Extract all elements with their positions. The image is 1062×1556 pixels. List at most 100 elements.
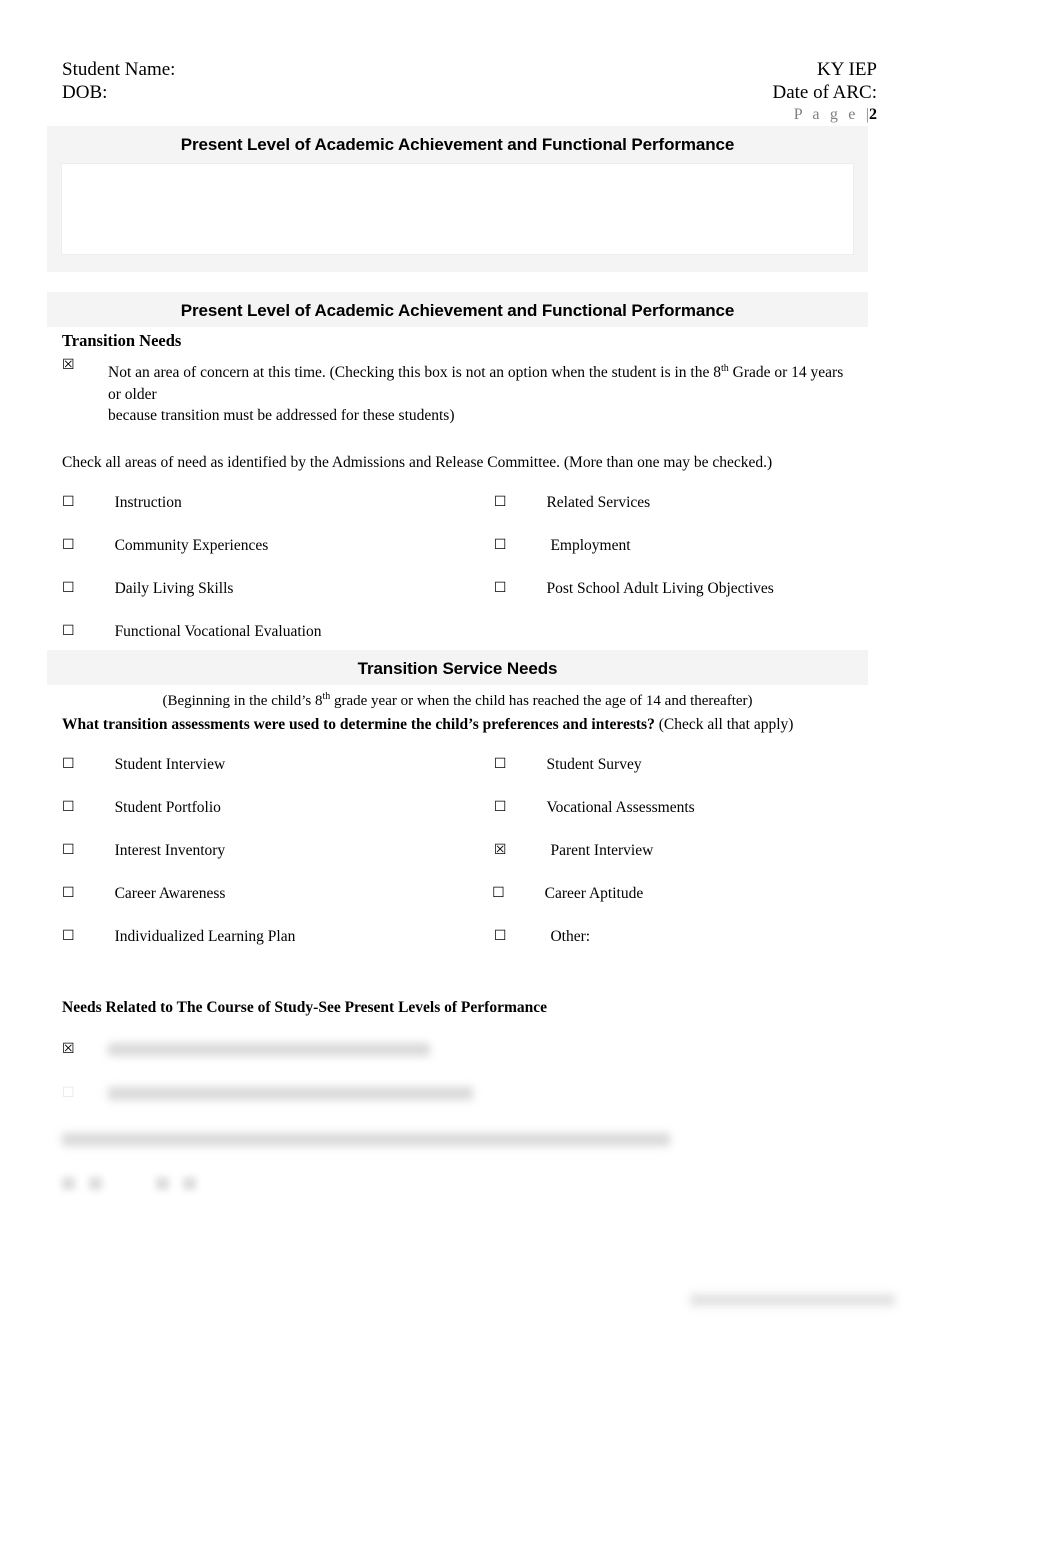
assessments-row-3: ☐ Interest Inventory ☒ Parent Interview bbox=[62, 843, 853, 886]
area-instruction-label: Instruction bbox=[114, 493, 182, 511]
transition-service-needs-body: (Beginning in the child’s 8th grade year… bbox=[47, 685, 868, 1194]
redacted-mini-checkbox-1[interactable] bbox=[62, 1176, 75, 1190]
assessment-student-survey-checkbox[interactable]: ☐ bbox=[494, 757, 507, 771]
assessment-vocational-assessments-label: Vocational Assessments bbox=[546, 799, 695, 816]
present-level-panel-1: Present Level of Academic Achievement an… bbox=[47, 126, 868, 272]
assessment-career-aptitude[interactable]: ☐ Career Aptitude bbox=[492, 885, 853, 902]
area-community-experiences[interactable]: ☐ Community Experiences bbox=[62, 536, 494, 554]
redacted-paragraph-text bbox=[62, 1132, 670, 1146]
redacted-option-2-checkbox[interactable]: ☐ bbox=[62, 1086, 108, 1100]
assessment-student-survey-label: Student Survey bbox=[546, 756, 642, 773]
assessments-row-5: ☐ Individualized Learning Plan ☐ Other: bbox=[62, 929, 853, 972]
assessments-question-bold: What transition assessments were used to… bbox=[62, 716, 655, 733]
grade-ordinal-suffix: th bbox=[720, 363, 729, 374]
area-employment[interactable]: ☐ Employment bbox=[494, 536, 853, 554]
area-post-school-adult-living-objectives[interactable]: ☐ Post School Adult Living Objectives bbox=[494, 579, 853, 597]
transition-needs-body: Transition Needs ☒ Not an area of concer… bbox=[47, 327, 868, 667]
assessment-parent-interview[interactable]: ☒ Parent Interview bbox=[494, 842, 853, 859]
areas-row-2: ☐ Community Experiences ☐ Employment bbox=[62, 536, 853, 581]
redacted-option-row-2[interactable]: ☐ bbox=[62, 1080, 853, 1106]
assessment-student-portfolio[interactable]: ☐ Student Portfolio bbox=[62, 799, 494, 816]
assessment-other[interactable]: ☐ Other: bbox=[494, 928, 853, 945]
redacted-mini-checkbox-2[interactable] bbox=[89, 1176, 102, 1190]
transition-service-subnote: (Beginning in the child’s 8th grade year… bbox=[62, 685, 853, 711]
dob-label: DOB: bbox=[62, 82, 108, 103]
assessments-grid: ☐ Student Interview ☐ Student Survey ☐ Stud… bbox=[62, 757, 853, 972]
assessment-vocational-assessments-checkbox[interactable]: ☐ bbox=[494, 800, 507, 814]
assessment-parent-interview-checkbox[interactable]: ☒ bbox=[494, 843, 507, 857]
area-employment-label: Employment bbox=[550, 536, 631, 554]
assessments-row-1: ☐ Student Interview ☐ Student Survey bbox=[62, 757, 853, 800]
area-daily-living-skills-label: Daily Living Skills bbox=[114, 579, 234, 597]
assessment-individualized-learning-plan-label: Individualized Learning Plan bbox=[114, 928, 296, 945]
document-header: Student Name: KY IEP DOB: Date of ARC: P… bbox=[62, 58, 877, 126]
areas-of-need-grid: ☐ Instruction ☐ Related Services ☐ Communit… bbox=[62, 493, 853, 667]
area-daily-living-skills-checkbox[interactable]: ☐ bbox=[62, 581, 75, 595]
area-post-school-adult-living-objectives-label: Post School Adult Living Objectives bbox=[546, 579, 774, 597]
transition-needs-subheading: Transition Needs bbox=[62, 331, 182, 350]
panel-1-title: Present Level of Academic Achievement an… bbox=[180, 135, 735, 154]
not-concern-part1: Not an area of concern at this time. (Ch… bbox=[108, 364, 721, 382]
page-number: 2 bbox=[869, 106, 877, 123]
redacted-mini-checkbox-3[interactable] bbox=[156, 1176, 169, 1190]
assessment-individualized-learning-plan[interactable]: ☐ Individualized Learning Plan bbox=[62, 928, 494, 945]
area-instruction[interactable]: ☐ Instruction bbox=[62, 493, 494, 511]
area-functional-vocational-evaluation-checkbox[interactable]: ☐ bbox=[62, 624, 75, 638]
assessment-career-awareness-label: Career Awareness bbox=[114, 885, 226, 902]
area-related-services-label: Related Services bbox=[546, 493, 651, 511]
form-title: KY IEP bbox=[817, 59, 877, 80]
area-related-services[interactable]: ☐ Related Services bbox=[494, 493, 853, 511]
assessment-vocational-assessments[interactable]: ☐ Vocational Assessments bbox=[494, 799, 853, 816]
assessment-interest-inventory[interactable]: ☐ Interest Inventory bbox=[62, 842, 494, 859]
not-an-area-of-concern-row[interactable]: ☒ Not an area of concern at this time. (… bbox=[62, 358, 853, 427]
redacted-mini-checkbox-row[interactable] bbox=[62, 1172, 853, 1194]
area-post-school-adult-living-objectives-checkbox[interactable]: ☐ bbox=[494, 581, 507, 595]
area-functional-vocational-evaluation[interactable]: ☐ Functional Vocational Evaluation bbox=[62, 622, 494, 640]
assessment-parent-interview-label: Parent Interview bbox=[550, 842, 654, 859]
subnote-part1: (Beginning in the child’s 8 bbox=[162, 693, 323, 709]
subnote-part2: grade year or when the child has reached… bbox=[330, 693, 753, 709]
redacted-option-1-checkbox[interactable]: ☒ bbox=[62, 1042, 108, 1056]
area-community-experiences-label: Community Experiences bbox=[114, 536, 269, 554]
assessment-student-interview[interactable]: ☐ Student Interview bbox=[62, 756, 494, 773]
panel-2-title: Present Level of Academic Achievement an… bbox=[180, 301, 735, 320]
area-related-services-checkbox[interactable]: ☐ bbox=[494, 495, 507, 509]
present-level-textbox-1[interactable] bbox=[61, 163, 854, 255]
assessment-other-checkbox[interactable]: ☐ bbox=[494, 929, 507, 943]
redacted-option-row-1[interactable]: ☒ bbox=[62, 1036, 853, 1062]
assessment-student-portfolio-checkbox[interactable]: ☐ bbox=[62, 800, 75, 814]
redacted-mini-checkbox-4[interactable] bbox=[183, 1176, 196, 1190]
area-daily-living-skills[interactable]: ☐ Daily Living Skills bbox=[62, 579, 494, 597]
assessment-career-awareness-checkbox[interactable]: ☐ bbox=[62, 886, 75, 900]
assessment-career-awareness[interactable]: ☐ Career Awareness bbox=[62, 885, 496, 902]
needs-related-course-of-study-heading: Needs Related to The Course of Study-See… bbox=[62, 999, 547, 1016]
area-employment-checkbox[interactable]: ☐ bbox=[494, 538, 507, 552]
not-an-area-of-concern-text: Not an area of concern at this time. (Ch… bbox=[108, 358, 853, 427]
assessment-individualized-learning-plan-checkbox[interactable]: ☐ bbox=[62, 929, 75, 943]
assessment-student-interview-checkbox[interactable]: ☐ bbox=[62, 757, 75, 771]
area-community-experiences-checkbox[interactable]: ☐ bbox=[62, 538, 75, 552]
assessment-student-survey[interactable]: ☐ Student Survey bbox=[494, 756, 853, 773]
not-concern-line2: because transition must be addressed for… bbox=[108, 407, 455, 425]
date-of-arc-label: Date of ARC: bbox=[772, 82, 878, 103]
redacted-option-2-text bbox=[108, 1086, 473, 1100]
assessment-interest-inventory-checkbox[interactable]: ☐ bbox=[62, 843, 75, 857]
assessment-interest-inventory-label: Interest Inventory bbox=[114, 842, 226, 859]
student-name-label: Student Name: bbox=[62, 59, 176, 80]
assessment-student-portfolio-label: Student Portfolio bbox=[114, 799, 221, 816]
transition-service-needs-panel: Transition Service Needs (Beginning in t… bbox=[47, 650, 868, 1194]
area-functional-vocational-evaluation-label: Functional Vocational Evaluation bbox=[114, 622, 322, 640]
assessments-question: What transition assessments were used to… bbox=[62, 711, 853, 735]
redacted-paragraph bbox=[62, 1128, 853, 1150]
assessment-career-aptitude-checkbox[interactable]: ☐ bbox=[492, 886, 505, 900]
assessment-other-label: Other: bbox=[550, 928, 591, 945]
assessments-row-4: ☐ Career Awareness ☐ Career Aptitude bbox=[62, 886, 853, 929]
assessments-row-2: ☐ Student Portfolio ☐ Vocational Assessmen… bbox=[62, 800, 853, 843]
area-instruction-checkbox[interactable]: ☐ bbox=[62, 495, 75, 509]
redacted-option-1-text bbox=[108, 1042, 430, 1056]
header-row-1: Student Name: KY IEP bbox=[62, 58, 877, 81]
panel-3-title: Transition Service Needs bbox=[357, 659, 558, 678]
assessment-student-interview-label: Student Interview bbox=[114, 756, 226, 773]
not-an-area-of-concern-checkbox[interactable]: ☒ bbox=[62, 358, 108, 372]
assessment-career-aptitude-label: Career Aptitude bbox=[544, 885, 644, 902]
